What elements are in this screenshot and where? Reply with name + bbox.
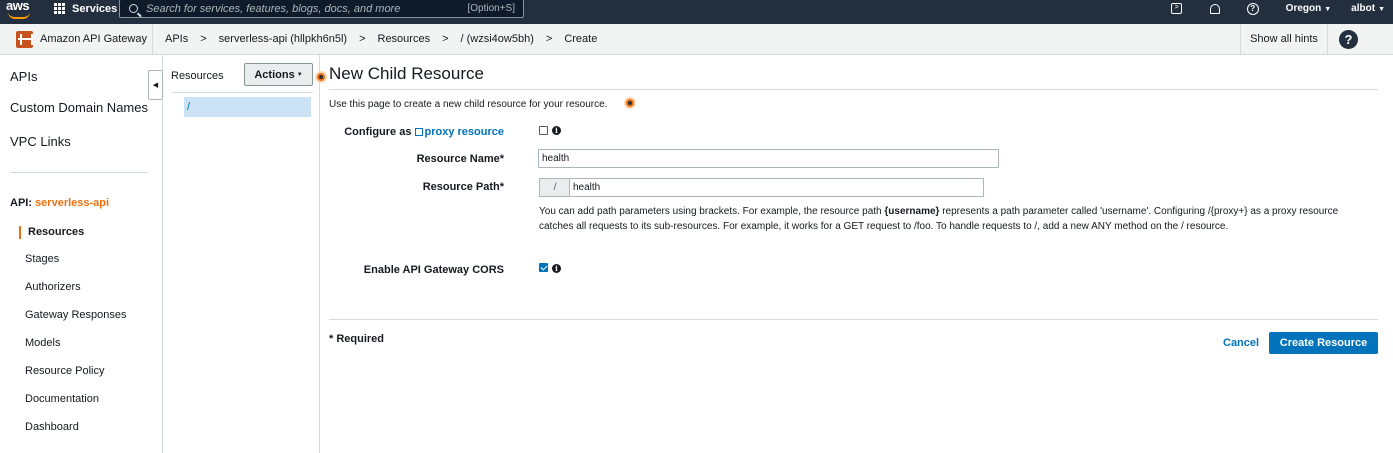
notifications-button[interactable] [1196, 3, 1234, 14]
bell-icon [1209, 3, 1220, 14]
proxy-resource-checkbox[interactable] [539, 126, 548, 135]
path-help-bold: {username} [884, 206, 940, 217]
top-navigation-bar: aws Services Search for services, featur… [0, 0, 1393, 24]
breadcrumb-apis[interactable]: APIs [165, 33, 188, 45]
account-menu[interactable]: albot ▼ [1351, 3, 1385, 14]
chevron-left-icon: ◀ [152, 82, 159, 89]
breadcrumb-resource[interactable]: / (wzsi4ow5bh) [461, 33, 534, 45]
nav-dashboard[interactable]: Dashboard [25, 421, 79, 433]
breadcrumb-bar: Amazon API Gateway APIs > serverless-api… [0, 24, 1393, 55]
terminal-icon: > [1171, 3, 1183, 14]
hint-hotspot-icon[interactable] [624, 97, 636, 109]
page-description: Use this page to create a new child reso… [329, 99, 608, 110]
resource-name-label: Resource Name* [416, 153, 504, 165]
breadcrumb-separator: > [200, 33, 207, 45]
resource-path-help: You can add path parameters using bracke… [539, 204, 1339, 234]
proxy-resource-label: Configure as proxy resource [329, 126, 504, 138]
tree-node-root[interactable]: / [184, 97, 311, 117]
actions-dropdown-button[interactable]: Actions ▼ [244, 63, 313, 86]
nav-custom-domain-names[interactable]: Custom Domain Names [10, 100, 148, 115]
resource-name-input[interactable]: health [538, 149, 999, 168]
breadcrumb-separator: > [359, 33, 366, 45]
required-note: * Required [329, 333, 385, 345]
collapse-sidebar-button[interactable]: ◀ [148, 70, 163, 100]
resource-path-label: Resource Path* [422, 181, 504, 193]
search-icon [129, 4, 138, 13]
cors-checkbox[interactable] [539, 263, 548, 272]
services-menu-button[interactable]: Services [54, 0, 117, 17]
info-icon[interactable]: i [552, 126, 561, 135]
nav-apis[interactable]: APIs [10, 69, 37, 84]
caret-down-icon: ▼ [1378, 6, 1385, 13]
main-content: New Child Resource Use this page to crea… [321, 55, 1393, 453]
services-label: Services [72, 2, 118, 15]
aws-smile-icon [8, 12, 30, 19]
cors-label: Enable API Gateway CORS [363, 264, 504, 276]
cancel-button[interactable]: Cancel [1223, 337, 1259, 349]
search-placeholder: Search for services, features, blogs, do… [146, 2, 401, 15]
tree-title: Resources [171, 70, 224, 82]
nav-stages[interactable]: Stages [25, 253, 59, 265]
proxy-label-prefix: Configure as [344, 126, 412, 138]
region-label: Oregon [1285, 3, 1322, 14]
resource-path-prefix: / [539, 178, 570, 197]
title-divider [329, 89, 1378, 90]
service-home-link[interactable]: Amazon API Gateway [0, 24, 153, 54]
caret-down-icon: ▼ [1324, 6, 1332, 13]
info-icon[interactable]: i [552, 264, 561, 273]
tree-divider [171, 92, 313, 93]
breadcrumb-resources[interactable]: Resources [378, 33, 431, 45]
active-indicator [19, 226, 21, 239]
page-title: New Child Resource [329, 64, 484, 83]
region-selector[interactable]: Oregon ▼ [1286, 3, 1332, 14]
nav-vpc-links[interactable]: VPC Links [10, 134, 71, 149]
api-title: API: serverless-api [10, 197, 109, 209]
proxy-resource-link[interactable]: proxy resource [414, 126, 504, 138]
path-help-text-1: You can add path parameters using bracke… [539, 206, 885, 217]
breadcrumb-separator: > [442, 33, 449, 45]
nav-documentation[interactable]: Documentation [25, 393, 99, 405]
search-shortcut: [Option+S] [467, 3, 515, 14]
nav-divider [10, 172, 148, 173]
external-link-icon [414, 128, 423, 136]
breadcrumb-create: Create [564, 33, 598, 45]
breadcrumb-separator: > [545, 33, 553, 45]
footer-divider [329, 319, 1378, 320]
cloudshell-button[interactable]: > [1158, 3, 1196, 14]
service-name: Amazon API Gateway [40, 33, 147, 45]
show-all-hints-button[interactable]: Show all hints [1240, 24, 1328, 54]
left-navigation: APIs Custom Domain Names VPC Links API: … [0, 55, 163, 453]
nav-resources[interactable]: Resources [28, 226, 84, 238]
nav-models[interactable]: Models [25, 337, 60, 349]
help-icon[interactable]: ? [1339, 30, 1358, 49]
nav-gateway-responses[interactable]: Gateway Responses [25, 309, 127, 321]
resource-path-input[interactable]: health [569, 178, 984, 197]
nav-authorizers[interactable]: Authorizers [25, 281, 81, 293]
user-label: albot [1351, 3, 1376, 14]
aws-logo[interactable]: aws [6, 0, 32, 22]
caret-down-icon: ▼ [296, 71, 303, 78]
nav-right-group: > ? Oregon ▼ albot ▼ [1158, 0, 1393, 17]
resource-tree-panel: Resources Actions ▼ / [164, 55, 320, 453]
api-name[interactable]: serverless-api [35, 197, 109, 209]
breadcrumb-api[interactable]: serverless-api (hllpkh6n5l) [219, 33, 347, 45]
breadcrumb: APIs > serverless-api (hllpkh6n5l) > Res… [165, 24, 597, 54]
search-input[interactable]: Search for services, features, blogs, do… [119, 0, 524, 18]
api-gateway-icon [16, 30, 33, 48]
support-button[interactable]: ? [1234, 2, 1272, 15]
api-prefix: API: [10, 197, 32, 209]
help-icon: ? [1246, 2, 1259, 15]
grid-icon [54, 2, 66, 15]
nav-resource-policy[interactable]: Resource Policy [25, 365, 104, 377]
create-resource-button[interactable]: Create Resource [1269, 332, 1378, 354]
proxy-link-text: proxy resource [424, 126, 504, 138]
actions-label: Actions [254, 68, 295, 81]
